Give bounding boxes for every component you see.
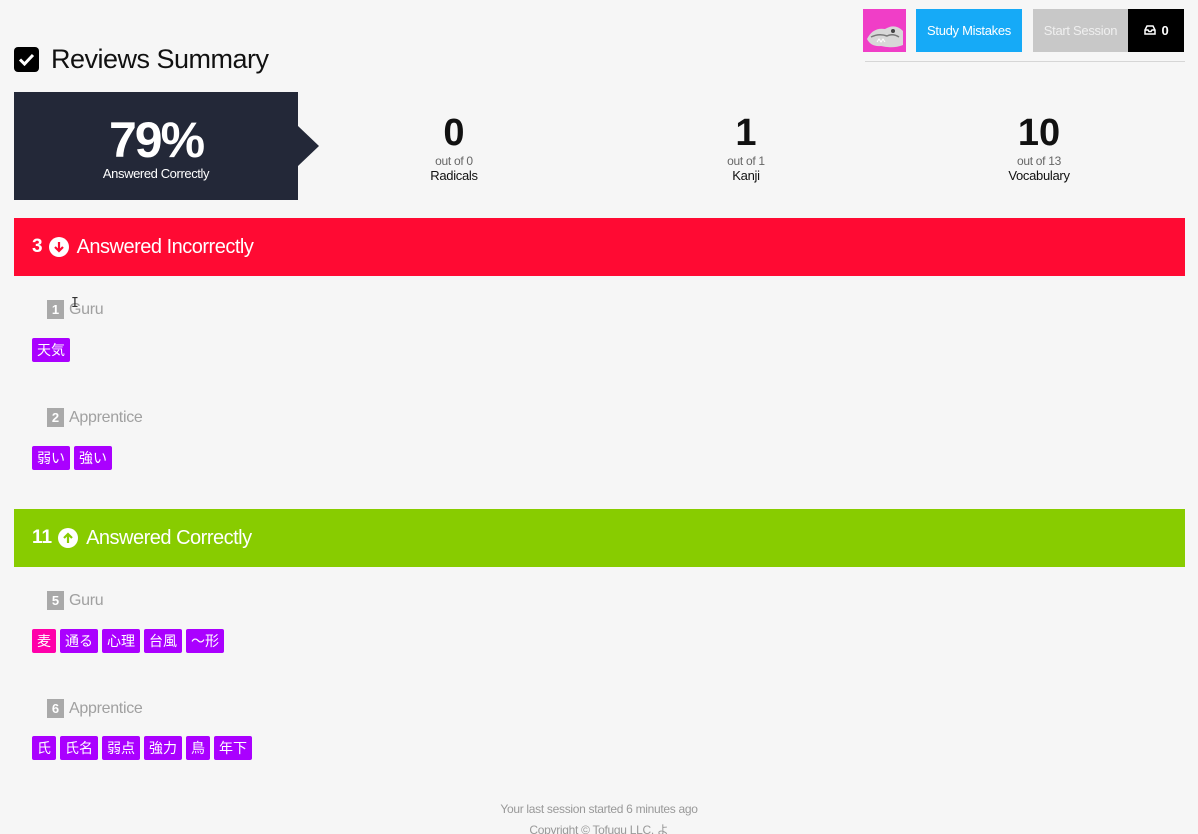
stat-value: 1 bbox=[735, 112, 757, 154]
review-item[interactable]: 年下 bbox=[214, 736, 252, 760]
score-box: 79% Answered Correctly bbox=[14, 92, 298, 200]
level-name: Apprentice bbox=[69, 699, 143, 717]
arrow-down-circle-icon bbox=[48, 237, 69, 257]
header-toolbar: Study Mistakes Start Session 0 bbox=[863, 9, 1184, 52]
checkbox-icon bbox=[14, 47, 39, 72]
score-arrow bbox=[298, 126, 319, 166]
correct-section-header[interactable]: 11 Answered Correctly bbox=[14, 509, 1185, 567]
inbox-icon bbox=[1143, 23, 1156, 38]
review-item[interactable]: 天気 bbox=[32, 338, 70, 362]
stat-label: Radicals bbox=[430, 168, 478, 183]
review-item[interactable]: 鳥 bbox=[186, 736, 210, 760]
text-cursor-icon: I bbox=[71, 296, 79, 311]
page-title: Reviews Summary bbox=[51, 44, 269, 74]
stat-vocabulary: 10 out of 13 Vocabulary bbox=[959, 112, 1119, 183]
level-group-header: 5 Guru bbox=[47, 591, 104, 610]
stat-out-of: out of 1 bbox=[727, 154, 765, 168]
level-group-header: 6 Apprentice bbox=[47, 699, 143, 718]
level-number: 2 bbox=[47, 408, 64, 427]
item-list: 天気 bbox=[32, 338, 70, 362]
item-list: 麦 通る 心理 台風 〜形 bbox=[32, 629, 224, 653]
page-header: Reviews Summary bbox=[14, 44, 269, 75]
item-list: 氏 氏名 弱点 強力 鳥 年下 bbox=[32, 736, 252, 760]
last-session-text: Your last session started 6 minutes ago bbox=[500, 802, 698, 816]
stat-value: 0 bbox=[443, 112, 465, 154]
inbox-button[interactable]: 0 bbox=[1128, 9, 1184, 52]
level-number: 6 bbox=[47, 699, 64, 718]
stat-radicals: 0 out of 0 Radicals bbox=[374, 112, 534, 183]
stat-label: Vocabulary bbox=[1008, 168, 1070, 183]
level-number: 1 bbox=[47, 300, 64, 319]
review-item[interactable]: 通る bbox=[60, 629, 98, 653]
review-item[interactable]: 弱い bbox=[32, 446, 70, 470]
stat-value: 10 bbox=[1017, 112, 1061, 154]
correct-count: 11 bbox=[32, 527, 53, 548]
stat-out-of: out of 0 bbox=[435, 154, 473, 168]
incorrect-label: Answered Incorrectly bbox=[76, 235, 254, 258]
toolbar-divider bbox=[865, 61, 1185, 62]
level-number: 5 bbox=[47, 591, 64, 610]
study-mistakes-button[interactable]: Study Mistakes bbox=[916, 9, 1022, 52]
correct-label: Answered Correctly bbox=[86, 526, 252, 549]
review-item[interactable]: 麦 bbox=[32, 629, 56, 653]
stat-label: Kanji bbox=[732, 168, 760, 183]
review-item[interactable]: 〜形 bbox=[186, 629, 224, 653]
review-item[interactable]: 氏名 bbox=[60, 736, 98, 760]
review-item[interactable]: 台風 bbox=[144, 629, 182, 653]
level-group-header: 2 Apprentice bbox=[47, 408, 143, 427]
review-item[interactable]: 氏 bbox=[32, 736, 56, 760]
inbox-count: 0 bbox=[1161, 23, 1169, 38]
review-item[interactable]: 強力 bbox=[144, 736, 182, 760]
level-name: Apprentice bbox=[69, 408, 143, 426]
review-item[interactable]: 心理 bbox=[102, 629, 140, 653]
incorrect-count: 3 bbox=[32, 236, 43, 257]
review-item[interactable]: 弱点 bbox=[102, 736, 140, 760]
start-session-button[interactable]: Start Session bbox=[1033, 9, 1128, 52]
arrow-up-circle-icon bbox=[58, 528, 79, 548]
level-name: Guru bbox=[69, 591, 104, 609]
avatar[interactable] bbox=[863, 9, 906, 52]
copyright-text: Copyright © Tofugu LLC. よ bbox=[529, 823, 669, 834]
stat-out-of: out of 13 bbox=[1016, 154, 1061, 168]
score-percent: 79% bbox=[108, 112, 205, 168]
score-label: Answered Correctly bbox=[102, 166, 210, 181]
stat-kanji: 1 out of 1 Kanji bbox=[666, 112, 826, 183]
review-item[interactable]: 強い bbox=[74, 446, 112, 470]
item-list: 弱い 強い bbox=[32, 446, 112, 470]
incorrect-section-header[interactable]: 3 Answered Incorrectly bbox=[14, 218, 1185, 276]
